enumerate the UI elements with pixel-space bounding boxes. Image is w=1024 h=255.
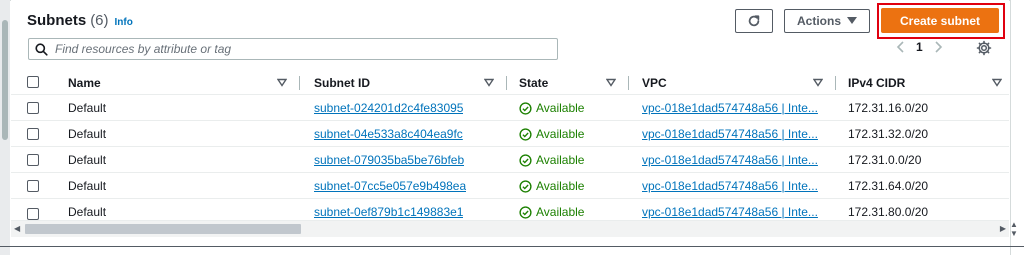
- vpc-link[interactable]: vpc-018e1dad574748a56 | Inte...: [642, 179, 818, 193]
- check-circle-icon: [519, 205, 532, 219]
- refresh-icon: [748, 15, 760, 27]
- actions-label: Actions: [796, 14, 841, 28]
- state-cell: Available: [519, 121, 584, 147]
- column-divider[interactable]: [506, 76, 507, 90]
- subnet-id-link[interactable]: subnet-04e533a8c404ea9fc: [314, 127, 463, 141]
- table-row[interactable]: Default subnet-07cc5e057e9b498ea Availab…: [11, 173, 1009, 199]
- state-text: Available: [536, 179, 585, 193]
- sort-icon[interactable]: [484, 70, 494, 95]
- scroll-left-arrow-icon[interactable]: ◀: [14, 224, 20, 233]
- subnet-id-link[interactable]: subnet-07cc5e057e9b498ea: [314, 179, 466, 193]
- horizontal-scrollbar-thumb[interactable]: [25, 224, 301, 234]
- current-page[interactable]: 1: [916, 40, 923, 54]
- title-text: Subnets: [27, 12, 87, 29]
- column-header-label: VPC: [642, 75, 667, 90]
- left-scrollbar-thumb[interactable]: [2, 20, 8, 140]
- state-text: Available: [536, 101, 585, 115]
- column-header-state[interactable]: State: [519, 70, 548, 95]
- row-checkbox[interactable]: [27, 208, 39, 220]
- column-divider[interactable]: [628, 76, 629, 90]
- state-text: Available: [536, 127, 585, 141]
- column-divider[interactable]: [299, 76, 300, 90]
- subnet-id-link[interactable]: subnet-024201d2c4fe83095: [314, 101, 463, 115]
- column-header-label: IPv4 CIDR: [848, 75, 906, 90]
- cell-name: Default: [68, 179, 107, 193]
- vpc-link[interactable]: vpc-018e1dad574748a56 | Inte...: [642, 205, 818, 219]
- gear-icon[interactable]: [976, 40, 992, 56]
- sort-icon[interactable]: [277, 70, 287, 95]
- table-row[interactable]: Default subnet-04e533a8c404ea9fc Availab…: [11, 121, 1009, 147]
- search-placeholder: Find resources by attribute or tag: [55, 42, 232, 56]
- column-header-vpc[interactable]: VPC: [642, 70, 667, 95]
- column-divider[interactable]: [835, 76, 836, 90]
- create-subnet-button[interactable]: Create subnet: [881, 8, 999, 33]
- refresh-button[interactable]: [735, 9, 773, 33]
- actions-button[interactable]: Actions: [784, 9, 870, 33]
- table-header: Name Subnet ID State VPC IPv4 CIDR: [11, 70, 1009, 95]
- cell-ipv4-cidr: 172.31.64.0/20: [848, 179, 929, 193]
- select-all-checkbox[interactable]: [27, 76, 39, 88]
- caret-down-icon: [847, 17, 857, 24]
- column-header-name[interactable]: Name: [68, 70, 101, 95]
- left-scrollbar[interactable]: [0, 0, 10, 255]
- check-circle-icon: [519, 153, 532, 167]
- sort-icon[interactable]: [992, 70, 1002, 95]
- column-header-label: State: [519, 75, 549, 90]
- info-link[interactable]: Info: [115, 17, 133, 28]
- vpc-link[interactable]: vpc-018e1dad574748a56 | Inte...: [642, 127, 818, 141]
- cell-ipv4-cidr: 172.31.32.0/20: [848, 127, 929, 141]
- sort-icon[interactable]: [606, 70, 616, 95]
- row-checkbox[interactable]: [27, 180, 39, 192]
- vpc-link[interactable]: vpc-018e1dad574748a56 | Inte...: [642, 153, 818, 167]
- column-header-label: Subnet ID: [314, 75, 370, 90]
- state-cell: Available: [519, 173, 584, 199]
- check-circle-icon: [519, 101, 532, 115]
- row-checkbox[interactable]: [27, 128, 39, 140]
- cell-ipv4-cidr: 172.31.0.0/20: [848, 153, 922, 167]
- column-header-subnet-id[interactable]: Subnet ID: [314, 70, 370, 95]
- state-cell: Available: [519, 95, 584, 121]
- vertical-scroll-arrows[interactable]: ▲ ▼: [1010, 220, 1018, 238]
- subnet-id-link[interactable]: subnet-0ef879b1c149883e1: [314, 205, 463, 219]
- search-input[interactable]: Find resources by attribute or tag: [28, 38, 558, 60]
- table-row[interactable]: Default subnet-079035ba5be76bfeb Availab…: [11, 147, 1009, 173]
- vpc-link[interactable]: vpc-018e1dad574748a56 | Inte...: [642, 101, 818, 115]
- state-text: Available: [536, 153, 585, 167]
- state-cell: Available: [519, 147, 584, 173]
- page-title: Subnets (6) Info: [27, 12, 133, 29]
- column-header-ipv4-cidr[interactable]: IPv4 CIDR: [848, 70, 905, 95]
- check-circle-icon: [519, 127, 532, 141]
- check-circle-icon: [519, 179, 532, 193]
- subnet-count: (6): [90, 12, 109, 29]
- chevron-right-icon[interactable]: [935, 41, 943, 53]
- row-checkbox[interactable]: [27, 102, 39, 114]
- cell-ipv4-cidr: 172.31.16.0/20: [848, 101, 929, 115]
- cell-name: Default: [68, 101, 107, 115]
- pagination: 1: [896, 40, 943, 54]
- column-header-label: Name: [68, 75, 101, 90]
- cell-name: Default: [68, 153, 107, 167]
- right-edge: [1010, 0, 1024, 255]
- subnets-panel: Subnets (6) Info Actions Create subnet Fin…: [11, 0, 1018, 255]
- sort-icon[interactable]: [813, 70, 823, 95]
- horizontal-scrollbar[interactable]: ◀ ▶: [11, 220, 1009, 237]
- cell-name: Default: [68, 127, 107, 141]
- scroll-right-arrow-icon[interactable]: ▶: [1000, 224, 1006, 233]
- table-row[interactable]: Default subnet-024201d2c4fe83095 Availab…: [11, 95, 1009, 121]
- subnet-id-link[interactable]: subnet-079035ba5be76bfeb: [314, 153, 464, 167]
- bottom-divider: [0, 246, 1024, 247]
- search-icon: [35, 42, 48, 56]
- state-text: Available: [536, 205, 585, 219]
- row-checkbox[interactable]: [27, 154, 39, 166]
- chevron-left-icon[interactable]: [896, 41, 904, 53]
